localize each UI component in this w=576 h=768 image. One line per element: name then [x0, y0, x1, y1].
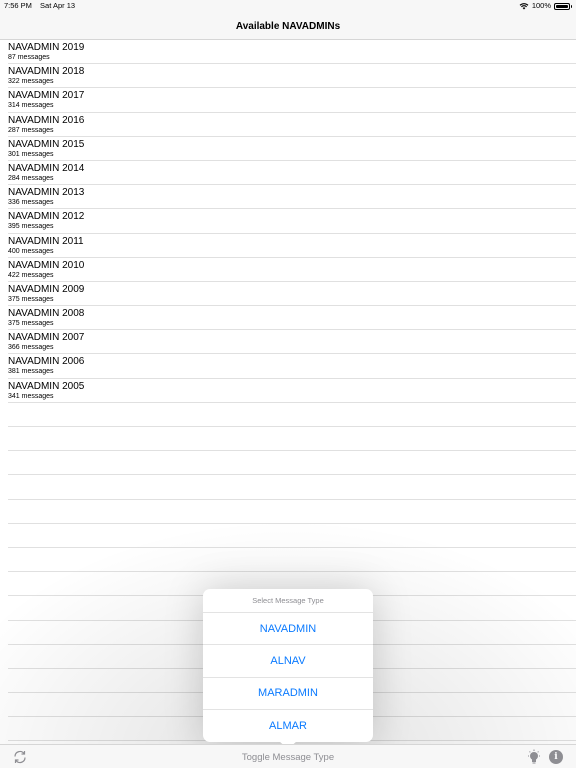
- empty-row: [8, 548, 576, 573]
- empty-row: [8, 500, 576, 524]
- status-bar: 7:56 PM Sat Apr 13 100%: [0, 0, 576, 13]
- list-item-subtitle: 322 messages: [8, 78, 54, 86]
- list-item[interactable]: NAVADMIN 2008 375 messages: [8, 306, 576, 331]
- battery-percent: 100%: [531, 1, 551, 10]
- list-item-subtitle: 400 messages: [8, 247, 54, 255]
- battery-fill: [556, 4, 568, 8]
- list-item-title: NAVADMIN 2007: [8, 332, 85, 344]
- list-item-title: NAVADMIN 2015: [8, 138, 85, 150]
- list-item[interactable]: NAVADMIN 2015 301 messages: [8, 137, 576, 161]
- list-item[interactable]: NAVADMIN 2019 87 messages: [8, 40, 576, 65]
- list-item[interactable]: NAVADMIN 2005 341 messages: [8, 379, 576, 403]
- empty-row: [8, 427, 576, 452]
- list-item-subtitle: 366 messages: [8, 344, 54, 352]
- option-navadmin[interactable]: NAVADMIN: [203, 613, 373, 646]
- option-alnav[interactable]: ALNAV: [203, 645, 373, 678]
- list-item-subtitle: 87 messages: [8, 54, 50, 61]
- list-item-title: NAVADMIN 2008: [8, 308, 85, 320]
- empty-row: [8, 524, 576, 548]
- list-item-subtitle: 284 messages: [8, 174, 54, 182]
- list-item-subtitle: 422 messages: [8, 271, 54, 279]
- list-item-title: NAVADMIN 2016: [8, 114, 85, 126]
- list-item[interactable]: NAVADMIN 2012 395 messages: [8, 209, 576, 234]
- bottom-toolbar: Toggle Message Type i: [0, 744, 576, 768]
- list-item-title: NAVADMIN 2017: [8, 90, 85, 102]
- list-item-title: NAVADMIN 2006: [8, 356, 85, 368]
- option-maradmin[interactable]: MARADMIN: [203, 678, 373, 710]
- list-item[interactable]: NAVADMIN 2009 375 messages: [8, 282, 576, 307]
- list-item-subtitle: 336 messages: [8, 199, 54, 207]
- wifi-icon: [519, 3, 529, 10]
- list-item-title: NAVADMIN 2010: [8, 259, 85, 271]
- empty-row: [8, 403, 576, 427]
- list-item[interactable]: NAVADMIN 2006 381 messages: [8, 354, 576, 379]
- list-item[interactable]: NAVADMIN 2017 314 messages: [8, 88, 576, 113]
- empty-row: [8, 475, 576, 500]
- empty-row: [8, 451, 576, 476]
- list-item-subtitle: 395 messages: [8, 223, 54, 231]
- message-type-popover: Select Message Type NAVADMIN ALNAV MARAD…: [203, 589, 373, 742]
- list-item-title: NAVADMIN 2011: [8, 235, 84, 247]
- status-right: 100%: [519, 0, 572, 12]
- status-time: 7:56 PM: [4, 1, 32, 10]
- list-item-title: NAVADMIN 2019: [8, 42, 85, 53]
- list-item[interactable]: NAVADMIN 2018 322 messages: [8, 64, 576, 89]
- list-item-subtitle: 381 messages: [8, 368, 54, 376]
- popover-header: Select Message Type: [203, 589, 373, 613]
- list-item-title: NAVADMIN 2012: [8, 211, 85, 223]
- list-item-title: NAVADMIN 2013: [8, 187, 85, 199]
- list-item-subtitle: 287 messages: [8, 126, 54, 134]
- list-item[interactable]: NAVADMIN 2016 287 messages: [8, 113, 576, 137]
- toggle-message-type-button[interactable]: Toggle Message Type: [0, 745, 576, 768]
- list-item[interactable]: NAVADMIN 2011 400 messages: [8, 234, 576, 258]
- list-item-subtitle: 375 messages: [8, 295, 54, 303]
- page-title: Available NAVADMINs: [235, 20, 341, 32]
- option-almar[interactable]: ALMAR: [203, 710, 373, 742]
- list-item[interactable]: NAVADMIN 2007 366 messages: [8, 330, 576, 355]
- list-item[interactable]: NAVADMIN 2013 336 messages: [8, 185, 576, 210]
- status-left: 7:56 PM Sat Apr 13: [4, 0, 81, 12]
- list-item-title: NAVADMIN 2018: [8, 66, 85, 78]
- list-item-subtitle: 375 messages: [8, 320, 54, 328]
- list-item-title: NAVADMIN 2009: [8, 283, 85, 295]
- navigation-bar: Available NAVADMINs: [0, 13, 576, 40]
- info-icon[interactable]: i: [549, 750, 563, 764]
- status-date: Sat Apr 13: [40, 1, 76, 10]
- list-item-subtitle: 314 messages: [8, 102, 54, 110]
- list-item[interactable]: NAVADMIN 2014 284 messages: [8, 161, 576, 186]
- battery-icon: [554, 2, 572, 10]
- list-item-title: NAVADMIN 2014: [8, 162, 85, 174]
- lightbulb-icon[interactable]: [526, 749, 542, 765]
- list-item-subtitle: 341 messages: [8, 392, 54, 400]
- list-item-subtitle: 301 messages: [8, 150, 54, 158]
- list-item[interactable]: NAVADMIN 2010 422 messages: [8, 258, 576, 282]
- list-item-title: NAVADMIN 2005: [8, 380, 85, 392]
